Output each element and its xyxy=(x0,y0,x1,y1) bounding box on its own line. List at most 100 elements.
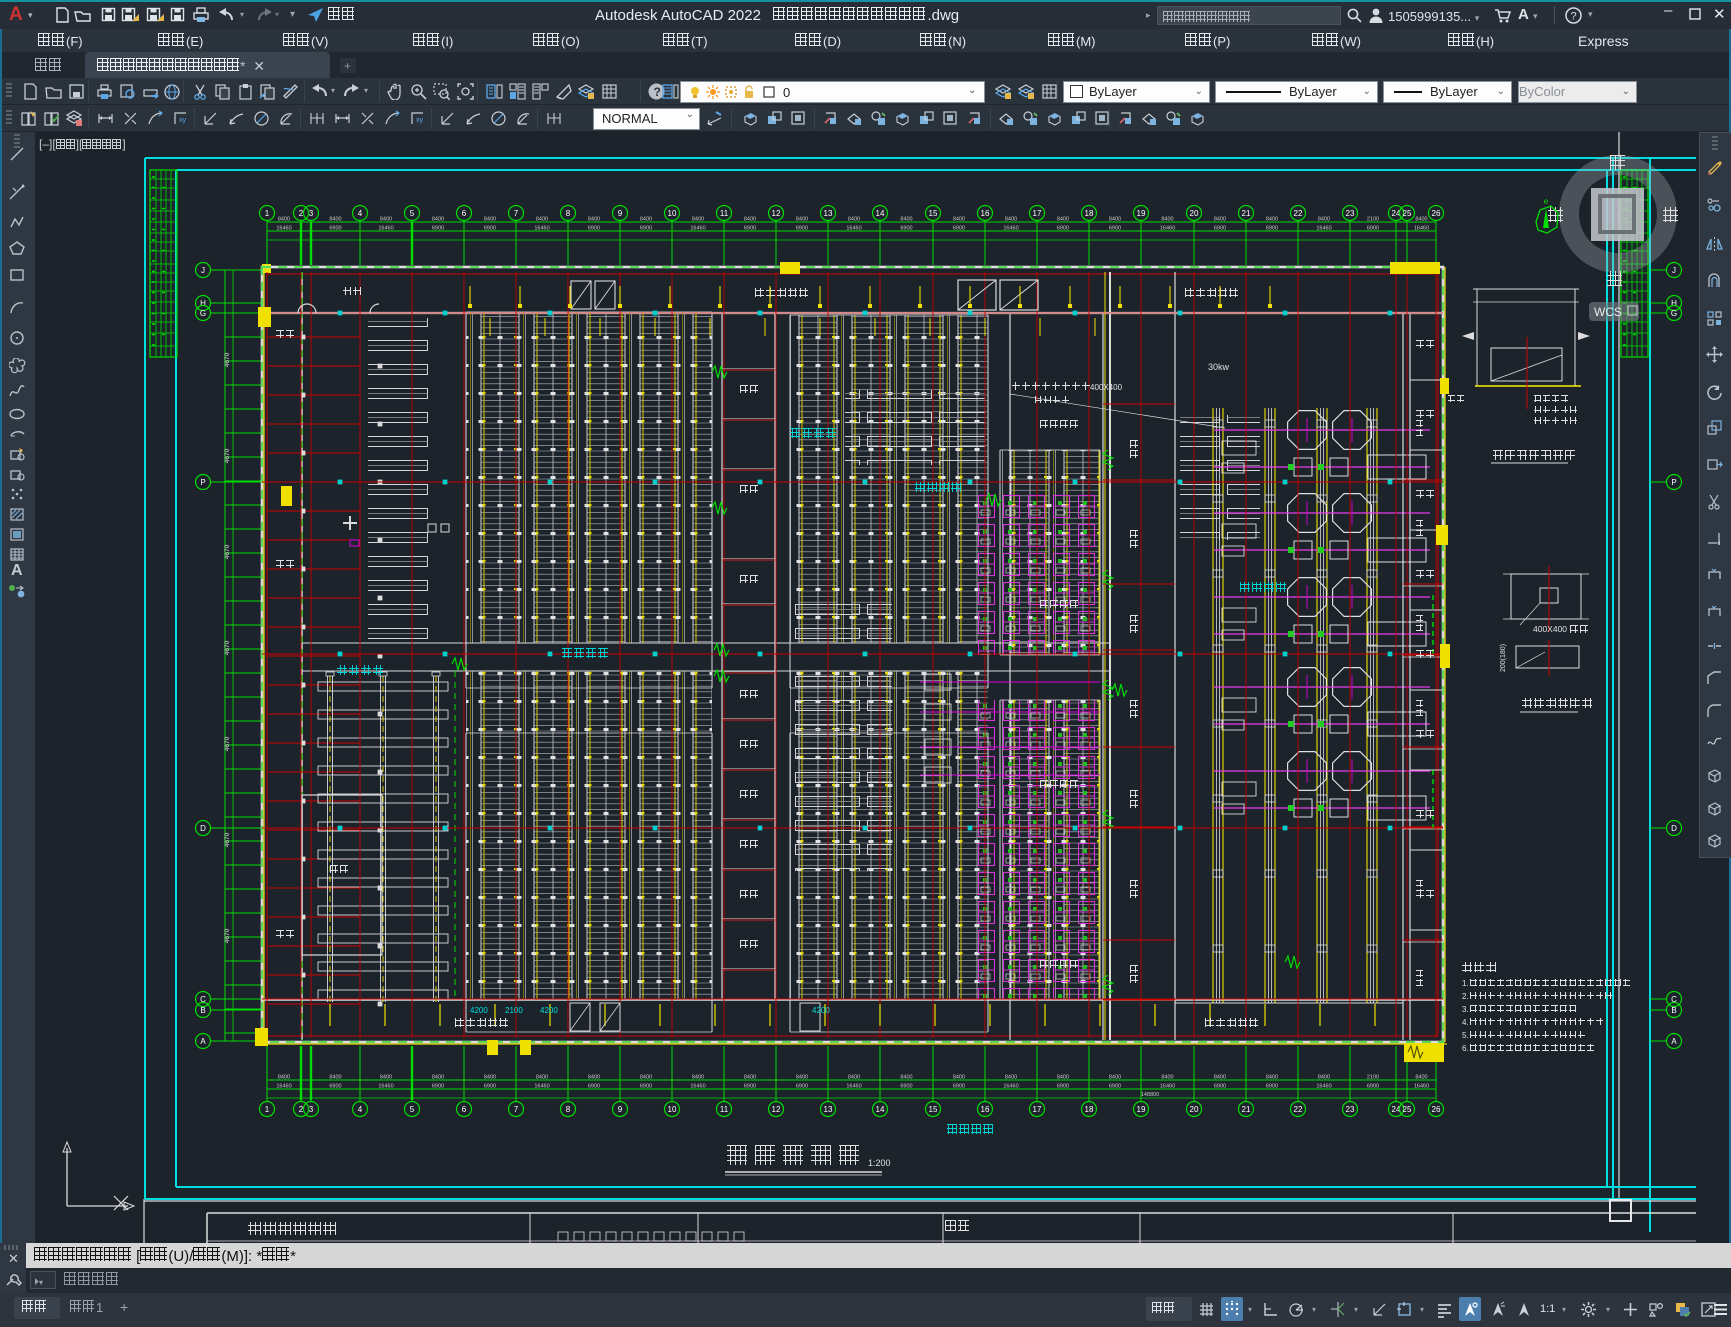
svg-text:4: 4 xyxy=(358,209,363,218)
svg-text:22: 22 xyxy=(1294,1105,1303,1114)
svg-text:8400: 8400 xyxy=(278,1075,290,1081)
svg-text:4670: 4670 xyxy=(224,928,231,943)
svg-text:J: J xyxy=(1672,266,1676,275)
svg-text:8400: 8400 xyxy=(1415,1075,1427,1081)
svg-text:4670: 4670 xyxy=(224,640,231,655)
svg-text:2.: 2. xyxy=(1462,992,1469,1001)
svg-text:23: 23 xyxy=(1346,1105,1355,1114)
svg-text:200(180): 200(180) xyxy=(1500,644,1507,672)
svg-text:B: B xyxy=(200,1006,205,1015)
svg-text:8400: 8400 xyxy=(432,1075,444,1081)
svg-text:8400: 8400 xyxy=(380,1075,392,1081)
svg-text:D: D xyxy=(1671,824,1677,833)
svg-text:8400: 8400 xyxy=(278,217,290,223)
svg-text:xy: xy xyxy=(416,117,424,124)
svg-text:16460: 16460 xyxy=(1160,226,1175,232)
svg-text:6: 6 xyxy=(462,209,467,218)
svg-text:6900: 6900 xyxy=(796,226,808,232)
svg-text:22: 22 xyxy=(1294,209,1303,218)
svg-text:26: 26 xyxy=(1432,1105,1441,1114)
svg-text:6900: 6900 xyxy=(640,1084,652,1090)
svg-text:e: e xyxy=(1544,197,1549,206)
svg-text:8400: 8400 xyxy=(484,217,496,223)
svg-text:8400: 8400 xyxy=(1057,1075,1069,1081)
svg-text:8400: 8400 xyxy=(1161,217,1173,223)
svg-text:6900: 6900 xyxy=(484,1084,496,1090)
svg-text:12: 12 xyxy=(772,1105,781,1114)
svg-text:20: 20 xyxy=(1190,209,1199,218)
svg-text:6900: 6900 xyxy=(588,1084,600,1090)
svg-text:1: 1 xyxy=(265,1105,270,1114)
svg-text:4670: 4670 xyxy=(224,832,231,847)
svg-text:16460: 16460 xyxy=(1316,226,1331,232)
svg-text:5: 5 xyxy=(410,209,415,218)
svg-text:16460: 16460 xyxy=(1160,1084,1175,1090)
svg-text:25: 25 xyxy=(1403,209,1412,218)
svg-text:6900: 6900 xyxy=(796,1084,808,1090)
svg-text:8400: 8400 xyxy=(1318,1075,1330,1081)
svg-text:8400: 8400 xyxy=(953,1075,965,1081)
svg-text:2100: 2100 xyxy=(1367,217,1379,223)
svg-text:11: 11 xyxy=(720,209,729,218)
svg-text:7: 7 xyxy=(514,209,519,218)
svg-text:6900: 6900 xyxy=(1214,226,1226,232)
svg-text:8400: 8400 xyxy=(1266,1075,1278,1081)
svg-text:8400: 8400 xyxy=(1318,217,1330,223)
svg-text:16460: 16460 xyxy=(1003,1084,1018,1090)
svg-text:?: ? xyxy=(654,85,661,99)
svg-text:D: D xyxy=(200,824,206,833)
svg-text:4: 4 xyxy=(358,1105,363,1114)
svg-text:4200: 4200 xyxy=(812,1006,830,1015)
svg-text:8400: 8400 xyxy=(484,1075,496,1081)
svg-text:10: 10 xyxy=(668,209,677,218)
svg-text:14: 14 xyxy=(876,209,885,218)
svg-text:8400: 8400 xyxy=(640,1075,652,1081)
svg-text:6900: 6900 xyxy=(588,226,600,232)
svg-text:16460: 16460 xyxy=(276,226,291,232)
svg-text:20: 20 xyxy=(1190,1105,1199,1114)
svg-text:400X400: 400X400 xyxy=(1533,624,1567,634)
svg-text:8400: 8400 xyxy=(329,217,341,223)
svg-text:6.: 6. xyxy=(1462,1044,1469,1053)
svg-text:8: 8 xyxy=(566,209,571,218)
svg-text:6900: 6900 xyxy=(1057,1084,1069,1090)
svg-text:13: 13 xyxy=(824,209,833,218)
svg-text:18: 18 xyxy=(1085,1105,1094,1114)
svg-text:148800: 148800 xyxy=(1141,1092,1159,1098)
svg-text:A: A xyxy=(200,1037,206,1046)
svg-text:6900: 6900 xyxy=(432,226,444,232)
svg-text:P: P xyxy=(1671,478,1676,487)
svg-text:25: 25 xyxy=(1403,1105,1412,1114)
svg-text:400X400: 400X400 xyxy=(1090,383,1123,392)
svg-text:G: G xyxy=(1671,309,1677,318)
svg-text:1: 1 xyxy=(265,209,270,218)
svg-text:16460: 16460 xyxy=(1316,1084,1331,1090)
svg-text:30kw: 30kw xyxy=(1208,362,1230,372)
svg-text:J: J xyxy=(201,266,205,275)
svg-text:6900: 6900 xyxy=(1109,1084,1121,1090)
svg-text:P: P xyxy=(200,478,205,487)
svg-text:8400: 8400 xyxy=(1214,1075,1226,1081)
svg-text:26: 26 xyxy=(1432,209,1441,218)
svg-text:6900: 6900 xyxy=(900,226,912,232)
svg-text:H: H xyxy=(200,299,206,308)
svg-text:3: 3 xyxy=(309,1105,314,1114)
svg-text:9: 9 xyxy=(618,1105,623,1114)
svg-text:4200: 4200 xyxy=(470,1006,488,1015)
svg-text:2100: 2100 xyxy=(1367,1075,1379,1081)
svg-text:4670: 4670 xyxy=(224,544,231,559)
svg-text:8400: 8400 xyxy=(848,1075,860,1081)
svg-text:6900: 6900 xyxy=(900,1084,912,1090)
svg-text:6900: 6900 xyxy=(329,1084,341,1090)
svg-text:8400: 8400 xyxy=(380,217,392,223)
svg-text:6900: 6900 xyxy=(744,1084,756,1090)
svg-text:4670: 4670 xyxy=(224,352,231,367)
svg-text:8400: 8400 xyxy=(848,217,860,223)
svg-text:21: 21 xyxy=(1242,1105,1251,1114)
svg-text:8400: 8400 xyxy=(1109,217,1121,223)
svg-text:8400: 8400 xyxy=(692,1075,704,1081)
svg-text:6900: 6900 xyxy=(1057,226,1069,232)
svg-text:6900: 6900 xyxy=(953,1084,965,1090)
svg-text:15: 15 xyxy=(929,1105,938,1114)
svg-text:8400: 8400 xyxy=(588,217,600,223)
